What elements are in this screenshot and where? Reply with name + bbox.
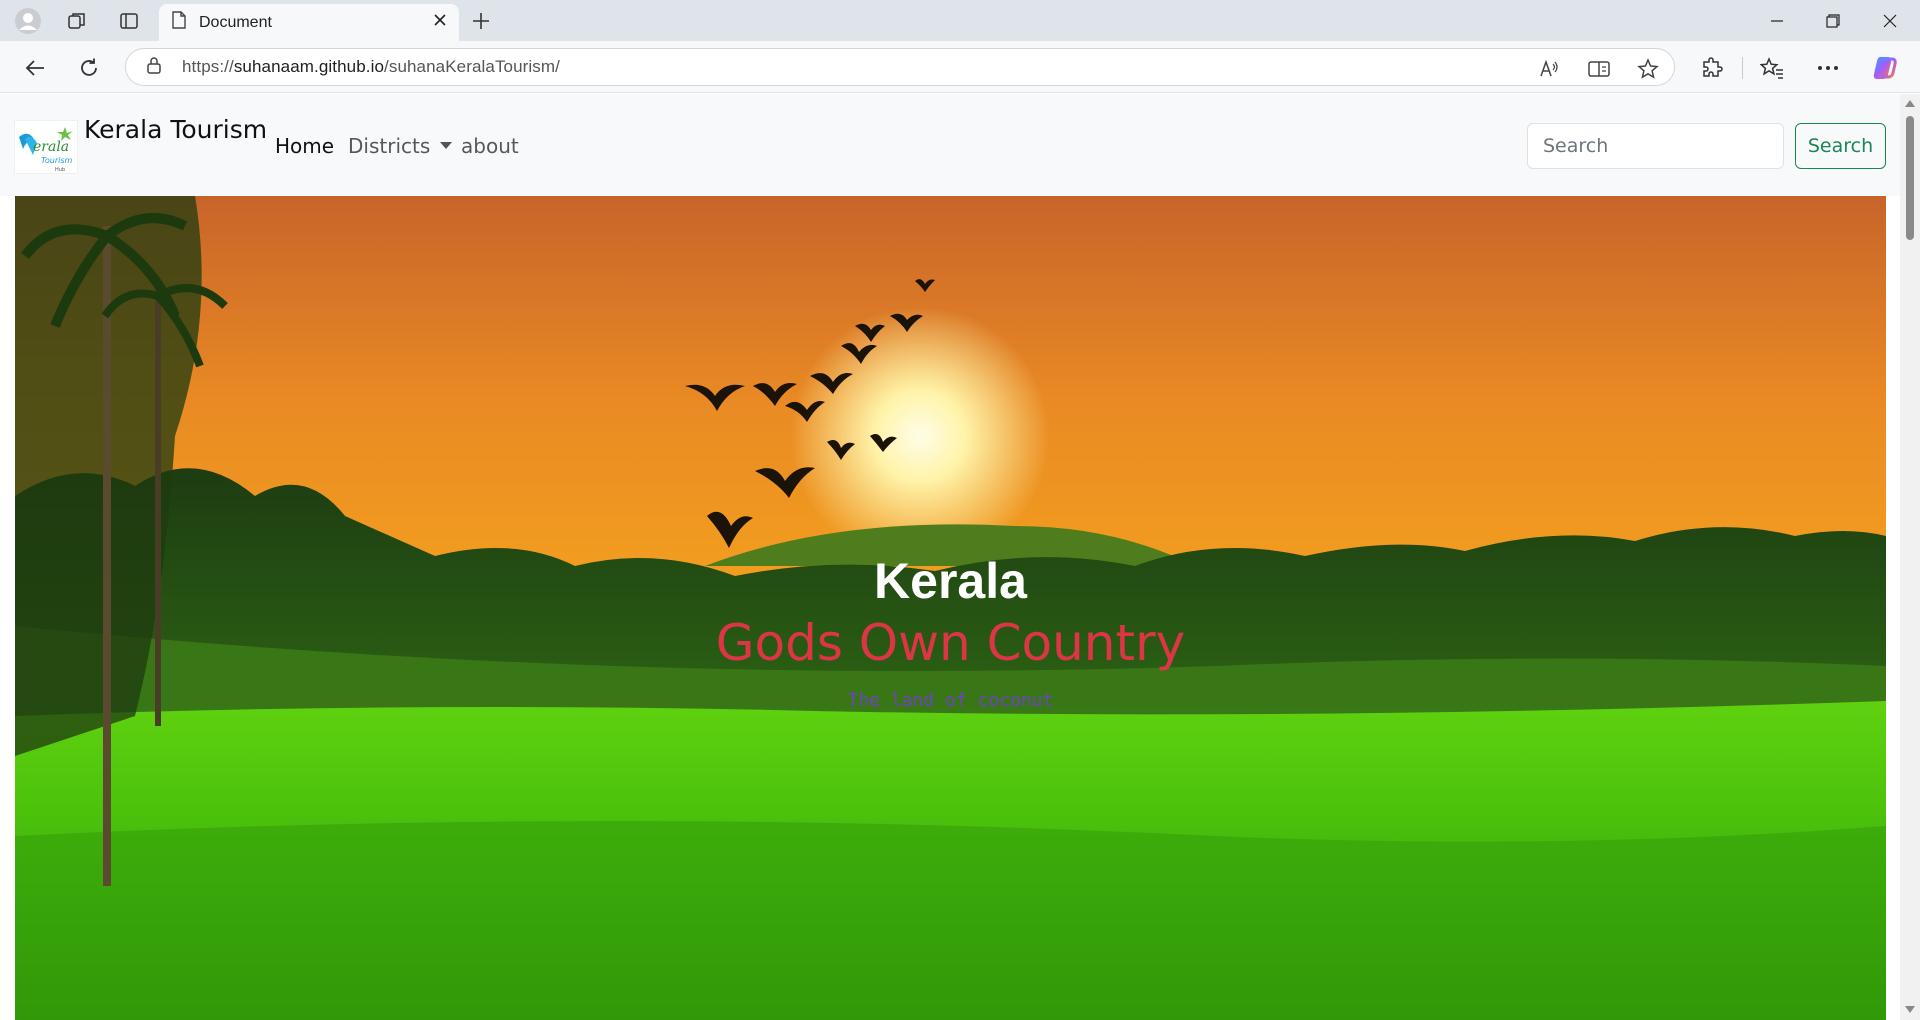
address-bar[interactable]: https://suhanaam.github.io/suhanaKeralaT… [125, 48, 1675, 86]
tab-title: Document [199, 13, 272, 31]
new-tab-icon[interactable] [466, 6, 496, 36]
nav-about-link[interactable]: about [461, 134, 519, 158]
svg-text:Tourism: Tourism [41, 156, 73, 165]
scroll-down-arrow-icon[interactable] [1905, 1006, 1915, 1013]
lock-icon[interactable] [146, 56, 162, 79]
profile-icon[interactable] [12, 6, 44, 36]
hero-title: Kerala [874, 553, 1027, 609]
refresh-icon[interactable] [72, 51, 106, 85]
url-text[interactable]: https://suhanaam.github.io/suhanaKeralaT… [182, 57, 560, 77]
extensions-icon[interactable] [1697, 53, 1727, 83]
browser-toolbar: https://suhanaam.github.io/suhanaKeralaT… [0, 41, 1920, 93]
more-options-icon[interactable] [1813, 53, 1843, 83]
hero-tagline: The land of coconut [847, 690, 1054, 711]
page-viewport: erala Tourism Hub Kerala Tourism Home Di… [0, 94, 1920, 1020]
copilot-icon[interactable] [1870, 53, 1900, 83]
immersive-reader-icon[interactable] [1588, 58, 1610, 80]
workspaces-icon[interactable] [61, 6, 93, 36]
close-window-icon[interactable] [1862, 0, 1918, 41]
site-navbar: erala Tourism Hub Kerala Tourism Home Di… [0, 94, 1900, 196]
scroll-up-arrow-icon[interactable] [1905, 100, 1915, 107]
kerala-tourism-logo[interactable]: erala Tourism Hub [14, 120, 78, 174]
nav-districts-dropdown[interactable]: Districts [348, 134, 453, 158]
toolbar-divider [1742, 57, 1743, 79]
favorite-star-icon[interactable] [1637, 58, 1659, 80]
read-aloud-icon[interactable] [1538, 58, 1560, 80]
hero-subtitle: Gods Own Country [715, 614, 1186, 672]
close-tab-icon[interactable] [433, 13, 447, 32]
scrollbar-thumb[interactable] [1906, 116, 1914, 240]
nav-home-link[interactable]: Home [275, 134, 334, 158]
svg-text:erala: erala [33, 139, 69, 155]
brand-name[interactable]: Kerala Tourism [84, 115, 267, 144]
dropdown-caret-icon [440, 142, 453, 149]
page-icon [171, 11, 187, 34]
nav-districts-label: Districts [348, 134, 431, 158]
favorites-icon[interactable] [1757, 53, 1787, 83]
restore-icon[interactable] [1805, 0, 1861, 41]
active-tab[interactable]: Document [159, 4, 459, 41]
hero-banner: Kerala Gods Own Country The land of coco… [15, 196, 1886, 1020]
vertical-tabs-icon[interactable] [113, 6, 145, 36]
page-scrollbar[interactable] [1900, 94, 1920, 1020]
back-icon[interactable] [18, 51, 52, 85]
search-input[interactable] [1527, 123, 1784, 169]
search-button[interactable]: Search [1795, 123, 1886, 169]
browser-tab-bar: Document [0, 0, 1920, 41]
svg-text:Hub: Hub [55, 167, 65, 173]
minimize-icon[interactable] [1749, 0, 1805, 41]
